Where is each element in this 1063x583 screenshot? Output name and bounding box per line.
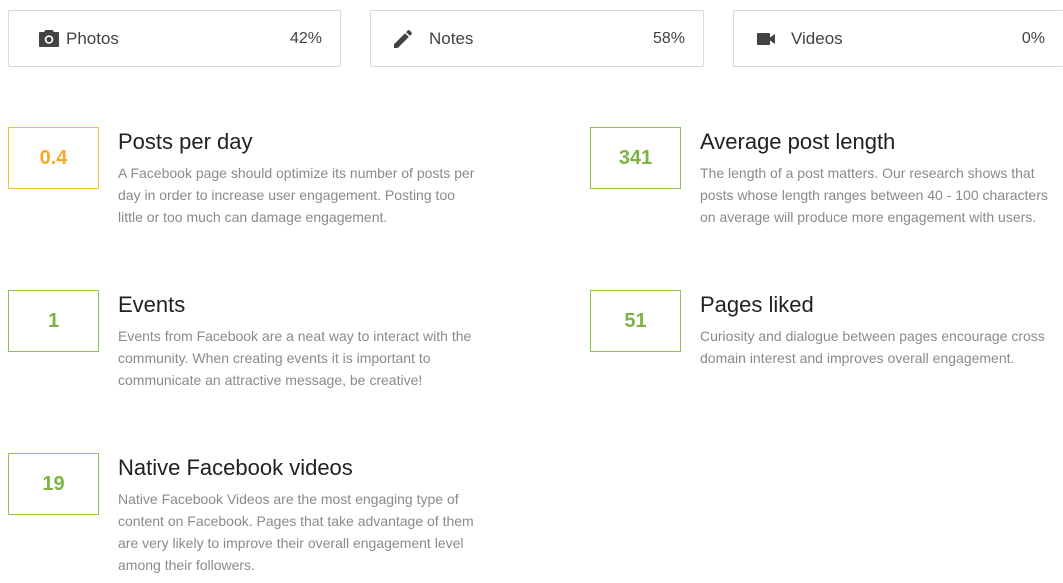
- events-description: Events from Facebook are a neat way to i…: [118, 328, 472, 388]
- native-videos-description: Native Facebook Videos are the most enga…: [118, 491, 474, 573]
- videos-label: Videos: [791, 28, 843, 48]
- pages-liked-value: 51: [590, 290, 681, 352]
- pages-liked-title: Pages liked: [700, 292, 814, 317]
- native-videos-value: 19: [8, 453, 99, 515]
- videos-percent: 0%: [1021, 29, 1045, 47]
- photos-card: Photos 42%: [8, 10, 341, 67]
- posts-per-day-description: A Facebook page should optimize its numb…: [118, 165, 475, 225]
- native-videos-title: Native Facebook videos: [118, 455, 353, 480]
- average-post-length-description: The length of a post matters. Our resear…: [700, 165, 1048, 225]
- notes-label: Notes: [429, 28, 474, 48]
- posts-per-day-value: 0.4: [8, 127, 99, 189]
- photos-percent: 42%: [289, 29, 322, 47]
- pencil-icon: [391, 27, 415, 51]
- events-value: 1: [8, 290, 99, 352]
- average-post-length-title: Average post length: [700, 129, 896, 154]
- posts-per-day-title: Posts per day: [118, 129, 253, 154]
- camera-icon: [37, 27, 61, 51]
- videos-card: Videos 0%: [733, 10, 1063, 67]
- events-title: Events: [118, 292, 186, 317]
- pages-liked-description: Curiosity and dialogue between pages enc…: [700, 328, 1045, 366]
- average-post-length-value: 341: [590, 127, 681, 189]
- photos-label: Photos: [66, 28, 119, 48]
- notes-card: Notes 58%: [370, 10, 704, 67]
- notes-percent: 58%: [652, 29, 685, 47]
- video-camera-icon: [754, 27, 778, 51]
